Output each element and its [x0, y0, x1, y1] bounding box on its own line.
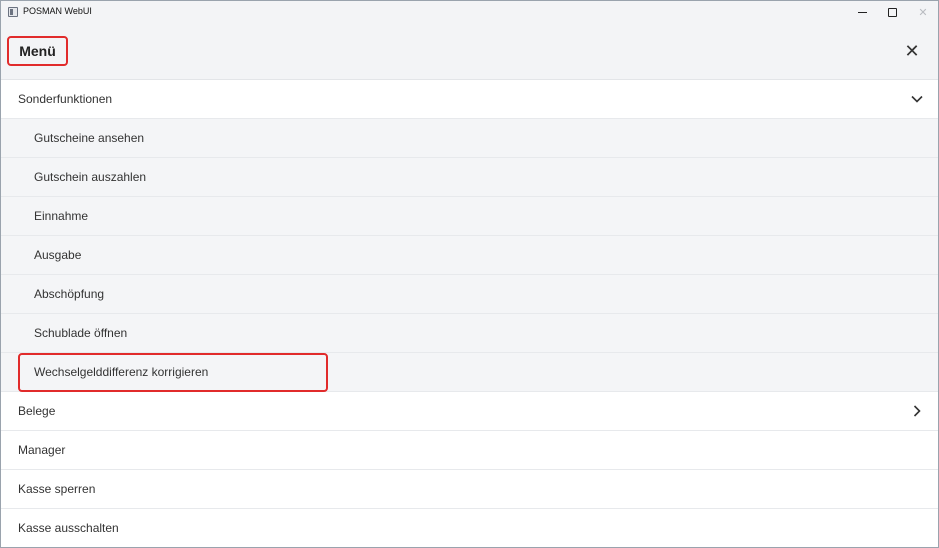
close-icon: ✕: [918, 6, 928, 19]
menu-list: Sonderfunktionen Gutscheine ansehen Guts…: [1, 80, 938, 547]
menu-group-label: Sonderfunktionen: [18, 92, 113, 106]
title-bar[interactable]: POSMAN WebUI ✕: [1, 1, 938, 23]
menu-close-button[interactable]: ✕: [900, 39, 924, 63]
menu-group-label: Belege: [18, 404, 56, 418]
submenu-item-label: Schublade öffnen: [34, 326, 128, 340]
menu-group-belege[interactable]: Belege: [1, 392, 938, 431]
app-window: POSMAN WebUI ✕ Menü ✕ Sonderfunktionen G…: [0, 0, 939, 548]
maximize-icon: [887, 7, 897, 17]
menu-title: Menü: [7, 36, 68, 66]
maximize-button[interactable]: [877, 1, 907, 23]
submenu-item-label: Ausgabe: [34, 248, 82, 262]
submenu-item-label: Gutschein auszahlen: [34, 170, 147, 184]
chevron-right-icon: [908, 402, 926, 420]
menu-item-label: Kasse ausschalten: [18, 521, 119, 535]
minimize-icon: [857, 11, 867, 13]
submenu-item-label: Wechselgelddifferenz korrigieren: [34, 365, 209, 379]
menu-item-manager[interactable]: Manager: [1, 431, 938, 470]
chevron-down-icon: [908, 90, 926, 108]
submenu-item-gutschein-auszahlen[interactable]: Gutschein auszahlen: [1, 158, 938, 197]
window-close-button[interactable]: ✕: [908, 1, 938, 23]
submenu-item-abschoepfung[interactable]: Abschöpfung: [1, 275, 938, 314]
submenu-item-label: Einnahme: [34, 209, 89, 223]
minimize-button[interactable]: [847, 1, 877, 23]
submenu-item-einnahme[interactable]: Einnahme: [1, 197, 938, 236]
submenu-item-ausgabe[interactable]: Ausgabe: [1, 236, 938, 275]
menu-item-kasse-sperren[interactable]: Kasse sperren: [1, 470, 938, 509]
close-icon: ✕: [904, 40, 920, 61]
menu-header: Menü ✕: [1, 23, 938, 80]
menu-item-label: Manager: [18, 443, 66, 457]
submenu-item-schublade-oeffnen[interactable]: Schublade öffnen: [1, 314, 938, 353]
menu-item-kasse-ausschalten[interactable]: Kasse ausschalten: [1, 509, 938, 547]
menu-item-label: Kasse sperren: [18, 482, 96, 496]
app-icon: [8, 7, 18, 17]
submenu-item-label: Abschöpfung: [34, 287, 105, 301]
submenu-item-label: Gutscheine ansehen: [34, 131, 145, 145]
submenu-item-gutscheine-ansehen[interactable]: Gutscheine ansehen: [1, 119, 938, 158]
submenu-item-wechselgelddifferenz-korrigieren[interactable]: Wechselgelddifferenz korrigieren: [1, 353, 938, 392]
menu-group-sonderfunktionen[interactable]: Sonderfunktionen: [1, 80, 938, 119]
window-title: POSMAN WebUI: [23, 6, 92, 16]
